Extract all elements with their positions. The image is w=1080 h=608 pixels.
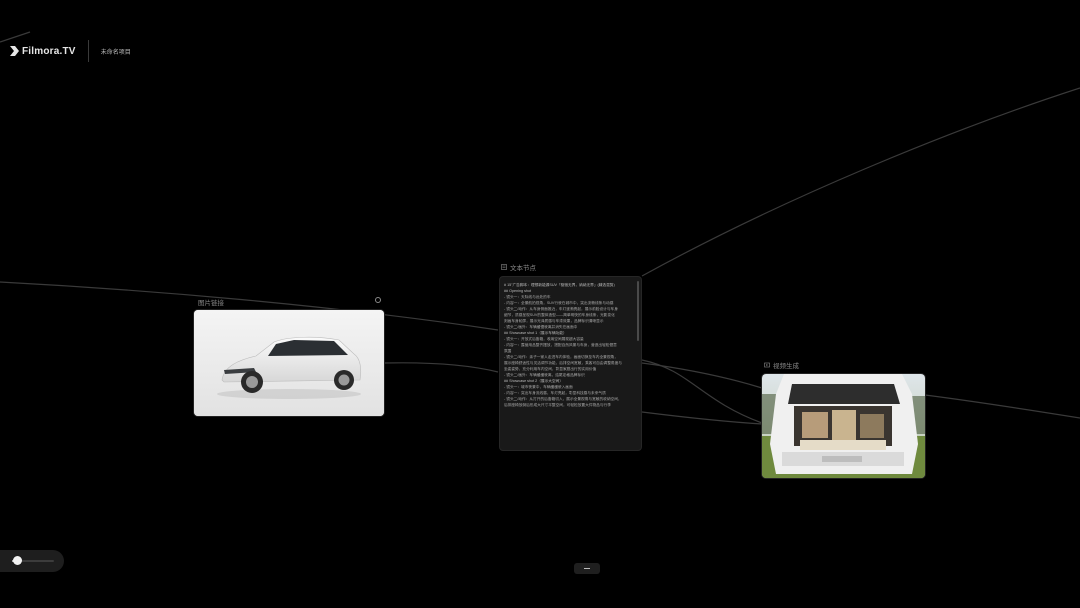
script-text-node[interactable]: # 15"广告脚本：理想新能源SUV「驱驰无界，纳纳无界」(精选混剪) ## Op… xyxy=(499,276,642,451)
node-settings-icon[interactable] xyxy=(375,297,381,303)
minus-icon xyxy=(584,568,590,569)
collapse-panel-button[interactable] xyxy=(574,563,600,574)
upload-node-header[interactable]: 图片链接 xyxy=(198,297,224,307)
zoom-slider[interactable] xyxy=(0,550,64,572)
edge-script-to-output-3 xyxy=(641,411,763,425)
brand-name: Filmora.TV xyxy=(22,45,76,57)
script-line: - 内容一：露营用品整齐摆放，搭配自然风景与车身，营造出轻松惬意 xyxy=(504,343,617,347)
script-content[interactable]: # 15"广告脚本：理想新能源SUV「驱驰无界，纳纳无界」(精选混剪) ## Op… xyxy=(504,282,635,408)
script-line: 后排座椅放倒后形成大尺寸平整空间，可轻松放置大件物品与行李 xyxy=(504,403,611,407)
output-node-title: 视频生成 xyxy=(773,363,799,370)
app-header: Filmora.TV 未命名项目 xyxy=(10,40,131,62)
video-output-node[interactable] xyxy=(762,374,925,478)
edge-script-to-output xyxy=(641,362,763,389)
edge-script-to-output-2 xyxy=(641,359,763,424)
edge-script-to-top-right xyxy=(641,87,1080,277)
car-image-node[interactable] xyxy=(194,310,384,416)
script-node-header[interactable]: 文本节点 xyxy=(501,262,536,272)
text-node-icon xyxy=(501,264,507,270)
suv-trunk-image xyxy=(762,374,925,478)
script-node-title: 文本节点 xyxy=(510,265,536,272)
output-node-header[interactable]: 视频生成 xyxy=(764,360,799,370)
filmora-logo[interactable]: Filmora.TV xyxy=(10,46,76,57)
zoom-handle[interactable] xyxy=(12,556,22,565)
upload-node-title: 图片链接 xyxy=(198,300,224,307)
edge-output-right xyxy=(924,394,1080,419)
header-divider xyxy=(87,40,89,62)
edge-image-to-script xyxy=(383,362,499,373)
video-node-icon xyxy=(764,362,770,368)
filmora-logo-icon xyxy=(10,46,19,56)
project-name[interactable]: 未命名项目 xyxy=(101,47,131,56)
white-suv-image xyxy=(194,310,384,416)
script-scrollbar[interactable] xyxy=(637,281,639,341)
